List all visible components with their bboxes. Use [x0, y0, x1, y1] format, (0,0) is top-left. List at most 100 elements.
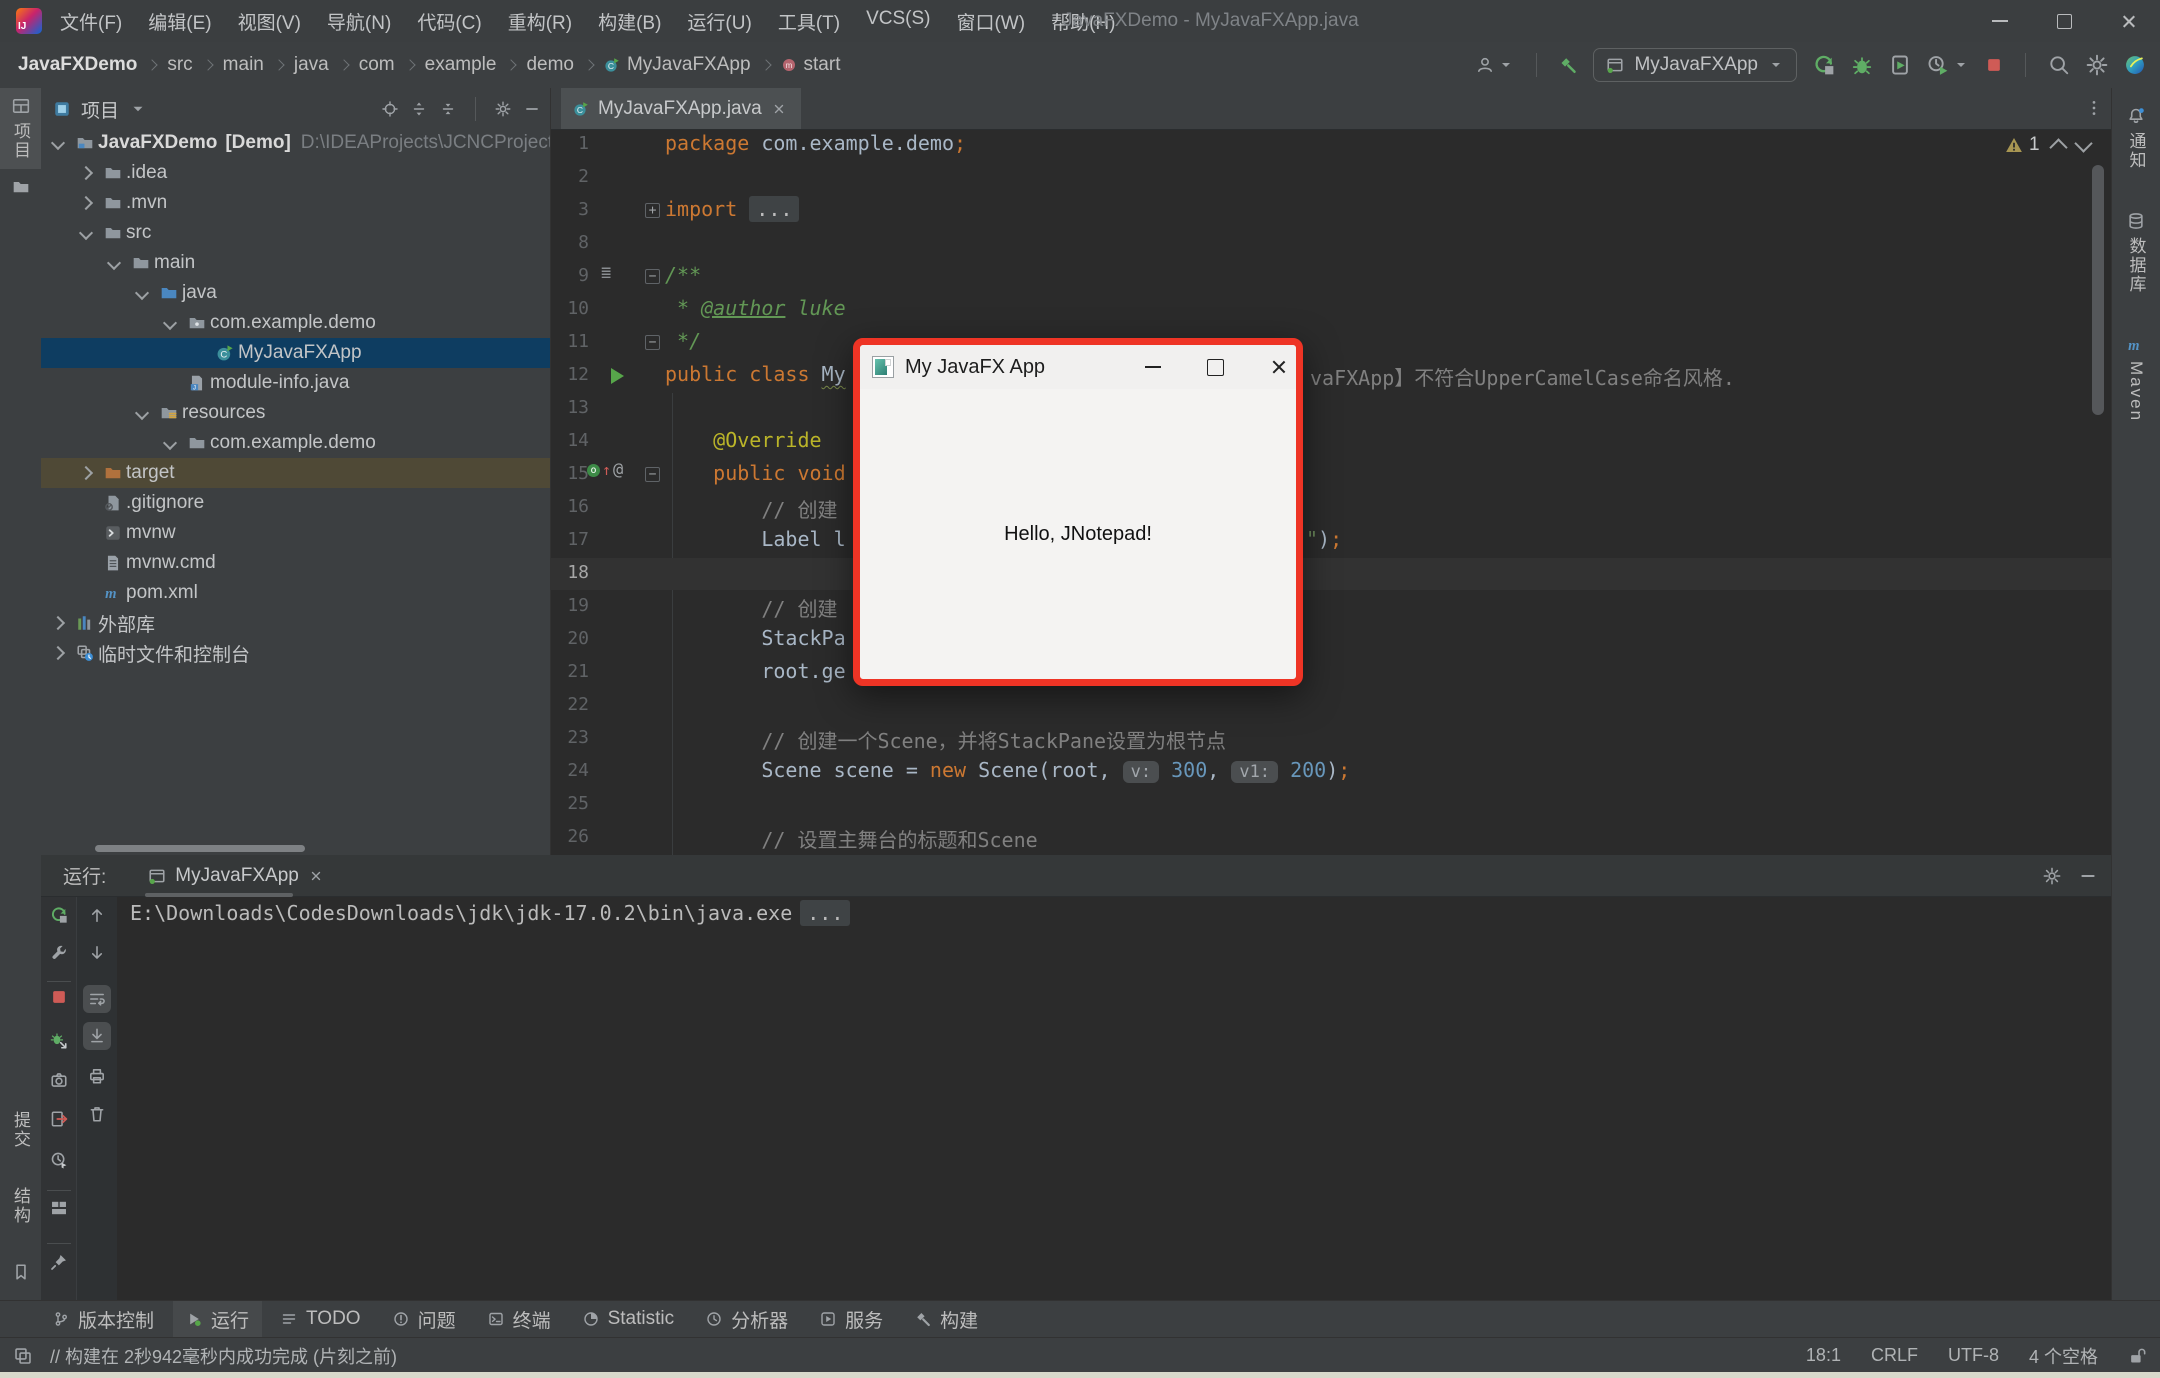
build-button[interactable] — [1559, 56, 1577, 74]
hide-panel-icon[interactable] — [2079, 867, 2097, 885]
tree-chevron[interactable] — [76, 193, 96, 213]
tab-close-icon[interactable] — [771, 101, 787, 117]
tree-chevron[interactable] — [132, 403, 152, 423]
minus-button[interactable] — [524, 101, 540, 117]
tree-item-pom.xml[interactable]: mpom.xml — [41, 578, 551, 608]
scrollend-icon[interactable] — [83, 1022, 111, 1050]
tool-tab-构建[interactable]: 构建 — [902, 1301, 991, 1337]
tree-item-MyJavaFXApp[interactable]: CMyJavaFXApp — [41, 338, 551, 368]
stripe-button-bookmark[interactable] — [0, 1254, 41, 1290]
breadcrumb-item[interactable]: main — [223, 54, 264, 76]
stripe-button-Maven[interactable]: mMaven — [2112, 327, 2160, 431]
tree-chevron[interactable] — [132, 283, 152, 303]
inspection-widget[interactable]: 1 — [2005, 134, 2090, 156]
tree-item-JavaFXDemo[interactable]: JavaFXDemo[Demo]D:\IDEAProjects\JCNCProj… — [41, 130, 551, 158]
breadcrumb-item[interactable]: java — [294, 54, 329, 76]
stripe-button-提交[interactable]: 提交 — [0, 1102, 41, 1158]
coverage-button[interactable] — [1889, 54, 1911, 76]
run-tab[interactable]: MyJavaFXApp — [148, 865, 324, 887]
layout-icon[interactable] — [50, 1199, 68, 1217]
wrench-icon[interactable] — [50, 944, 68, 962]
indent-setting[interactable]: 4 个空格 — [2029, 1343, 2098, 1369]
override-gutter-icon[interactable]: o↑@ — [587, 462, 623, 479]
tree-item-main[interactable]: main — [41, 248, 551, 278]
collapse-button[interactable] — [440, 101, 456, 117]
fold-collapse-icon[interactable]: − — [645, 467, 660, 482]
tool-tab-分析器[interactable]: 分析器 — [693, 1301, 801, 1337]
breadcrumb-item[interactable]: com — [359, 54, 395, 76]
stripe-button-结构[interactable]: 结构 — [0, 1178, 41, 1234]
tool-tab-问题[interactable]: 问题 — [380, 1301, 469, 1337]
tree-item-[interactable]: 外部库 — [41, 608, 551, 638]
expand-button[interactable] — [411, 101, 427, 117]
tree-chevron[interactable] — [48, 643, 68, 663]
menu-item[interactable]: 构建(B) — [598, 8, 661, 35]
project-horizontal-scrollbar[interactable] — [95, 845, 305, 852]
tool-tab-Statistic[interactable]: Statistic — [570, 1301, 688, 1337]
menu-item[interactable]: 代码(C) — [417, 8, 481, 35]
gear-button[interactable] — [495, 101, 511, 117]
tool-tab-版本控制[interactable]: 版本控制 — [40, 1301, 167, 1337]
tree-chevron[interactable] — [48, 133, 68, 153]
chevron-down-icon[interactable] — [129, 100, 147, 118]
next-warning-icon[interactable] — [2074, 134, 2092, 152]
breadcrumb-item[interactable]: example — [425, 54, 497, 76]
close-button[interactable] — [2096, 0, 2160, 42]
stripe-button-通知[interactable]: 通知 — [2112, 98, 2160, 179]
tree-item-[interactable]: 临时文件和控制台 — [41, 638, 551, 668]
javafx-app-window[interactable]: My JavaFX App Hello, JNotepad! — [853, 338, 1303, 686]
profiler-button[interactable] — [1927, 54, 1969, 76]
rerun-icon[interactable] — [50, 906, 68, 924]
restore-button[interactable] — [2032, 0, 2096, 42]
javafx-titlebar[interactable]: My JavaFX App — [860, 345, 1296, 389]
breadcrumb-item[interactable]: JavaFXDemo — [18, 54, 137, 76]
learn-button[interactable] — [2124, 54, 2146, 76]
doc-gutter-icon[interactable]: ≣ — [601, 263, 611, 283]
stop-icon[interactable] — [50, 988, 68, 1006]
tree-chevron[interactable] — [160, 313, 180, 333]
menu-item[interactable]: 编辑(E) — [148, 8, 211, 35]
tree-item-com.example.demo[interactable]: com.example.demo — [41, 308, 551, 338]
breadcrumb-item[interactable]: CMyJavaFXApp — [604, 54, 751, 76]
profiler-clock-icon[interactable] — [50, 1151, 68, 1169]
tree-item-mvnw[interactable]: mvnw — [41, 518, 551, 548]
fold-collapse-icon[interactable]: − — [645, 335, 660, 350]
tree-item-src[interactable]: src — [41, 218, 551, 248]
settings-button[interactable] — [2086, 54, 2108, 76]
editor-tab[interactable]: C MyJavaFXApp.java — [561, 88, 801, 129]
console-fold[interactable]: ... — [800, 900, 850, 926]
tree-item-module-info.java[interactable]: Jmodule-info.java — [41, 368, 551, 398]
javafx-maximize-icon[interactable] — [1207, 359, 1224, 376]
stripe-button-数据库[interactable]: 数据库 — [2112, 203, 2160, 303]
tab-options-icon[interactable] — [2085, 99, 2103, 117]
menu-item[interactable]: 窗口(W) — [956, 8, 1025, 35]
stripe-button-项目[interactable]: 项目 — [0, 88, 41, 169]
search-everywhere-button[interactable] — [2048, 54, 2070, 76]
printer-icon[interactable] — [88, 1067, 106, 1085]
breadcrumb-item[interactable]: mstart — [781, 54, 841, 76]
up-icon[interactable] — [88, 906, 106, 924]
breadcrumb-item[interactable]: demo — [526, 54, 574, 76]
project-panel-title[interactable]: 项目 — [81, 96, 119, 123]
softwrap-icon[interactable] — [83, 985, 111, 1013]
run-gutter-icon[interactable] — [611, 368, 624, 384]
status-message[interactable]: // 构建在 2秒942毫秒内成功完成 (片刻之前) — [50, 1343, 397, 1369]
tree-chevron[interactable] — [160, 433, 180, 453]
run-config-selector[interactable]: MyJavaFXApp — [1593, 48, 1797, 82]
code-editor[interactable]: 1package com.example.demo;23+import ...8… — [551, 130, 2111, 855]
tool-tab-TODO[interactable]: TODO — [268, 1301, 374, 1337]
console-output[interactable]: E:\Downloads\CodesDownloads\jdk\jdk-17.0… — [117, 897, 2111, 1300]
tree-chevron[interactable] — [76, 163, 96, 183]
menu-item[interactable]: 导航(N) — [327, 8, 391, 35]
tree-chevron[interactable] — [104, 253, 124, 273]
menu-item[interactable]: 视图(V) — [238, 8, 301, 35]
tree-item-.idea[interactable]: .idea — [41, 158, 551, 188]
menu-item[interactable]: 工具(T) — [778, 8, 840, 35]
fold-expand-icon[interactable]: + — [645, 203, 660, 218]
tool-tab-服务[interactable]: 服务 — [807, 1301, 896, 1337]
breadcrumb-item[interactable]: src — [167, 54, 192, 76]
tree-item-java[interactable]: java — [41, 278, 551, 308]
menu-item[interactable]: 文件(F) — [60, 8, 122, 35]
run-tab-close-icon[interactable] — [308, 868, 324, 884]
menu-item[interactable]: VCS(S) — [866, 8, 930, 35]
